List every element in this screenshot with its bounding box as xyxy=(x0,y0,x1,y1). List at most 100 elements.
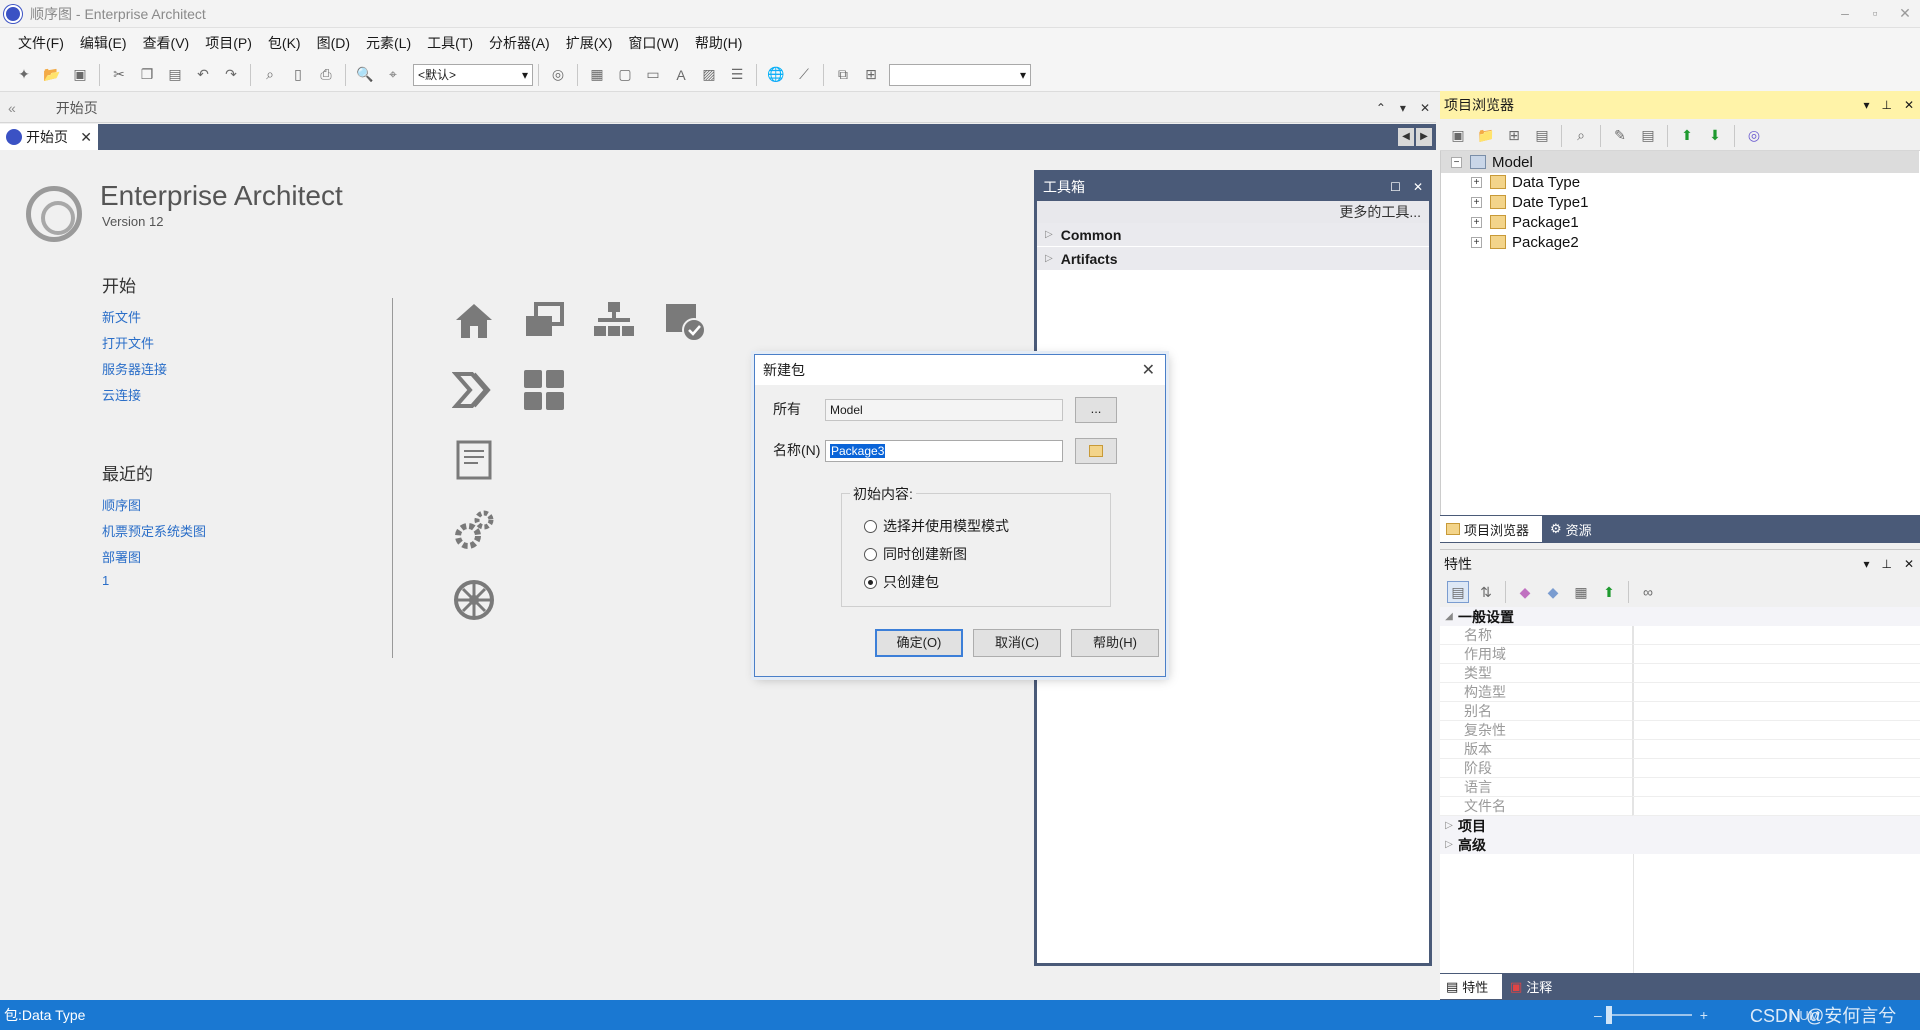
tree-item-package2[interactable]: + Package2 xyxy=(1471,231,1579,253)
cancel-button[interactable]: 取消(C) xyxy=(973,629,1061,657)
property-value[interactable] xyxy=(1633,740,1920,759)
new-project-icon[interactable]: ✦ xyxy=(13,64,35,86)
element-icon[interactable]: ▦ xyxy=(586,64,608,86)
cut-icon[interactable]: ✂ xyxy=(108,64,130,86)
menu-view[interactable]: 查看(V) xyxy=(135,28,198,58)
zoom-out-button[interactable]: – xyxy=(1594,1007,1602,1023)
category-general[interactable]: ◢ 一般设置 xyxy=(1440,607,1920,626)
maximize-button[interactable]: ▫ xyxy=(1860,0,1890,28)
collapse-left-icon[interactable]: « xyxy=(8,100,16,116)
property-value[interactable] xyxy=(1633,797,1920,816)
diagram-icon[interactable]: ⊞ xyxy=(860,64,882,86)
property-value[interactable] xyxy=(1633,759,1920,778)
paste-icon[interactable]: ▤ xyxy=(164,64,186,86)
chevron-up-icon[interactable]: ⌃ xyxy=(1376,101,1386,115)
property-row[interactable]: 构造型 xyxy=(1440,683,1920,702)
search-model-icon[interactable]: ⌖ xyxy=(382,64,404,86)
property-value[interactable] xyxy=(1633,664,1920,683)
move-up-icon[interactable]: ⬆ xyxy=(1676,125,1698,147)
home-icon[interactable] xyxy=(452,298,496,342)
tab-resources[interactable]: ⚙ 资源 xyxy=(1544,516,1598,542)
menu-extensions[interactable]: 扩展(X) xyxy=(558,28,621,58)
toolbox-group-artifacts[interactable]: ▷ Artifacts xyxy=(1037,247,1429,271)
tab-notes[interactable]: ▣ 注释 xyxy=(1504,974,1558,999)
menu-analyzer[interactable]: 分析器(A) xyxy=(481,28,558,58)
radio-button[interactable] xyxy=(864,519,877,533)
tree-root-model[interactable]: − Model xyxy=(1441,151,1919,173)
tab-properties[interactable]: ▤ 特性 xyxy=(1440,974,1502,999)
property-row[interactable]: 文件名 xyxy=(1440,797,1920,816)
save-icon[interactable]: ▣ xyxy=(69,64,91,86)
tree-item-data-type[interactable]: + Data Type xyxy=(1471,171,1580,193)
property-value[interactable] xyxy=(1633,626,1920,645)
property-row[interactable]: 类型 xyxy=(1440,664,1920,683)
new-model-icon[interactable]: ▣ xyxy=(1447,125,1469,147)
collapse-icon[interactable]: − xyxy=(1451,156,1462,168)
edit-icon[interactable]: ✎ xyxy=(1609,125,1631,147)
forward-icon[interactable] xyxy=(452,368,496,412)
menu-window[interactable]: 窗口(W) xyxy=(620,28,687,58)
help-button[interactable]: 帮助(H) xyxy=(1071,629,1159,657)
help-circle-icon[interactable]: ◎ xyxy=(1743,125,1765,147)
menu-help[interactable]: 帮助(H) xyxy=(687,28,750,58)
property-value[interactable] xyxy=(1633,683,1920,702)
copy-icon[interactable]: ❐ xyxy=(136,64,158,86)
find-in-browser-icon[interactable]: ⌕ xyxy=(1570,125,1592,147)
find-icon[interactable]: 🔍 xyxy=(354,64,376,86)
calendar-check-icon[interactable] xyxy=(662,298,706,342)
radio-button[interactable] xyxy=(864,547,877,561)
dropdown-icon[interactable]: ▾ xyxy=(1400,101,1406,115)
dropdown-icon[interactable]: ▾ xyxy=(1863,98,1869,112)
scroll-right-icon[interactable]: ▶ xyxy=(1416,128,1432,146)
tag-icon[interactable]: ◆ xyxy=(1514,581,1536,603)
server-connect-link[interactable]: 服务器连接 xyxy=(102,359,167,378)
new-file-link[interactable]: 新文件 xyxy=(102,307,141,326)
recent-item[interactable]: 1 xyxy=(102,573,109,588)
windows-icon[interactable] xyxy=(522,298,566,342)
new-element-icon[interactable]: ▤ xyxy=(1531,125,1553,147)
menu-element[interactable]: 元素(L) xyxy=(358,28,419,58)
maximize-icon[interactable]: ☐ xyxy=(1390,180,1401,194)
menu-file[interactable]: 文件(F) xyxy=(10,28,72,58)
hierarchy-icon[interactable] xyxy=(592,298,636,342)
tree-item-package1[interactable]: + Package1 xyxy=(1471,211,1579,233)
option-create-diagram[interactable]: 同时创建新图 xyxy=(864,544,967,564)
connector-icon[interactable]: ⟋ xyxy=(793,64,815,86)
categorized-view-icon[interactable]: ▤ xyxy=(1447,581,1469,603)
tag-value-icon[interactable]: ◆ xyxy=(1542,581,1564,603)
move-up-icon[interactable]: ⬆ xyxy=(1598,581,1620,603)
property-row[interactable]: 作用域 xyxy=(1440,645,1920,664)
scroll-left-icon[interactable]: ◀ xyxy=(1398,128,1414,146)
page-setup-icon[interactable]: ▯ xyxy=(287,64,309,86)
auto-name-button[interactable] xyxy=(1075,438,1117,464)
dropdown-icon[interactable]: ▾ xyxy=(1863,557,1869,571)
image-icon[interactable]: ▨ xyxy=(698,64,720,86)
note-icon[interactable]: ▭ xyxy=(642,64,664,86)
print-preview-icon[interactable]: ⌕ xyxy=(259,64,281,86)
properties-editor-icon[interactable]: ▦ xyxy=(1570,581,1592,603)
expand-icon[interactable]: + xyxy=(1471,176,1482,188)
zoom-slider-thumb[interactable] xyxy=(1605,1006,1612,1024)
document-icon[interactable] xyxy=(452,438,496,482)
option-use-model-pattern[interactable]: 选择并使用模型模式 xyxy=(864,516,1009,536)
property-row[interactable]: 语言 xyxy=(1440,778,1920,797)
property-row[interactable]: 复杂性 xyxy=(1440,721,1920,740)
recent-item[interactable]: 部署图 xyxy=(102,547,141,566)
dashboard-grid-icon[interactable] xyxy=(522,368,566,412)
close-icon[interactable]: ✕ xyxy=(1904,98,1914,112)
property-value[interactable] xyxy=(1633,778,1920,797)
close-icon[interactable]: ✕ xyxy=(1413,180,1423,194)
expand-icon[interactable]: + xyxy=(1471,216,1482,228)
tab-start-page[interactable]: 开始页 ✕ xyxy=(0,124,98,150)
open-file-link[interactable]: 打开文件 xyxy=(102,333,154,352)
property-row[interactable]: 别名 xyxy=(1440,702,1920,721)
property-row[interactable]: 阶段 xyxy=(1440,759,1920,778)
workspace-select[interactable]: <默认> ▾ xyxy=(413,63,533,86)
cloud-connect-link[interactable]: 云连接 xyxy=(102,385,141,404)
close-icon[interactable]: ✕ xyxy=(1904,557,1914,571)
recent-item[interactable]: 机票预定系统类图 xyxy=(102,521,206,540)
radio-button-selected[interactable] xyxy=(864,575,877,589)
ok-button[interactable]: 确定(O) xyxy=(875,629,963,657)
category-project[interactable]: ▷ 项目 xyxy=(1440,816,1920,835)
tree-item-date-type1[interactable]: + Date Type1 xyxy=(1471,191,1588,213)
